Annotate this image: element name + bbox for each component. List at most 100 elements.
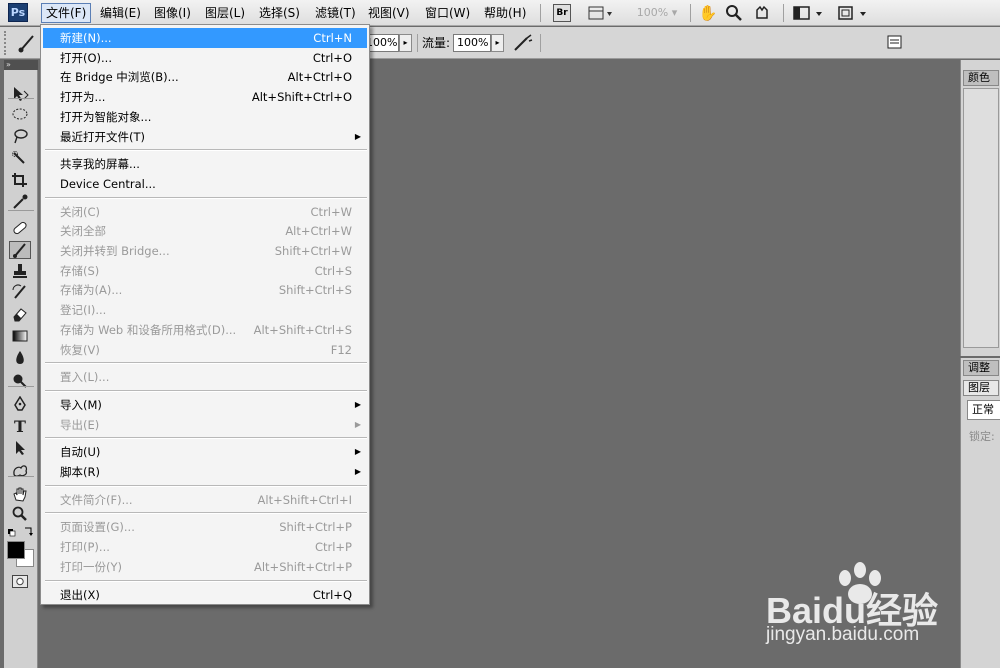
zoom-tool-icon[interactable] bbox=[724, 4, 744, 22]
pen-tool-icon[interactable] bbox=[9, 395, 31, 414]
tab-color[interactable]: 颜色 bbox=[963, 70, 999, 86]
menu-item-shortcut: F12 bbox=[330, 342, 352, 357]
lasso-tool-icon[interactable] bbox=[9, 128, 31, 146]
file-menu-item: 存储(S) Ctrl+S bbox=[43, 261, 367, 281]
menu-item[interactable]: 图层(L) bbox=[201, 3, 249, 23]
tools-panel-header[interactable]: » bbox=[4, 60, 38, 70]
menu-item-label: 打开为... bbox=[60, 90, 106, 105]
blend-mode-select[interactable]: 正常 bbox=[967, 400, 1000, 420]
bridge-button[interactable]: Br bbox=[553, 4, 571, 22]
airbrush-toggle-icon[interactable] bbox=[512, 32, 534, 54]
menu-separator bbox=[45, 362, 367, 365]
arrange-icon bbox=[793, 6, 822, 20]
flow-field[interactable]: 100% bbox=[453, 34, 491, 52]
arrange-documents-button[interactable] bbox=[792, 4, 826, 22]
menu-item-label: 打印(P)... bbox=[60, 540, 110, 555]
file-menu-item[interactable]: 打开(O)... Ctrl+O bbox=[43, 48, 367, 68]
zoom-tool-icon[interactable] bbox=[9, 506, 31, 524]
menu-item-shortcut: Shift+Ctrl+S bbox=[278, 283, 352, 298]
type-tool-icon[interactable]: T bbox=[9, 417, 31, 436]
file-menu-item: 关闭并转到 Bridge... Shift+Ctrl+W bbox=[43, 241, 367, 261]
file-menu-item[interactable]: 打开为... Alt+Shift+Ctrl+O bbox=[43, 87, 367, 107]
file-menu-item: 文件简介(F)... Alt+Shift+Ctrl+I bbox=[43, 490, 367, 510]
view-extras-button[interactable] bbox=[586, 4, 614, 22]
menu-item[interactable]: 图像(I) bbox=[150, 3, 195, 23]
submenu-arrow-icon: ▶ bbox=[354, 399, 361, 409]
menu-item[interactable]: 视图(V) bbox=[364, 3, 414, 23]
menu-item[interactable]: 文件(F) bbox=[41, 3, 92, 23]
file-menu-item[interactable]: Device Central... bbox=[43, 174, 367, 194]
custom-shape-icon[interactable] bbox=[9, 462, 31, 480]
eraser-icon[interactable] bbox=[9, 306, 31, 324]
view-extras-icon bbox=[588, 6, 612, 20]
move-tool-icon[interactable] bbox=[9, 86, 31, 104]
menu-separator bbox=[45, 512, 367, 515]
menu-item-label: 关闭全部 bbox=[60, 224, 106, 239]
menu-item-label: 存储为(A)... bbox=[60, 283, 123, 298]
dodge-tool-icon[interactable] bbox=[9, 372, 31, 390]
brush-tool-icon[interactable] bbox=[9, 241, 31, 259]
menu-item-label: 导出(E) bbox=[60, 417, 100, 432]
hand-tool-icon[interactable]: ✋ bbox=[698, 4, 718, 22]
file-menu-item[interactable]: 导入(M) ▶ bbox=[43, 395, 367, 415]
hand-tool-icon[interactable] bbox=[9, 486, 31, 504]
file-menu-item[interactable]: 在 Bridge 中浏览(B)... Alt+Ctrl+O bbox=[43, 67, 367, 87]
menu-item-label: 存储为 Web 和设备所用格式(D)... bbox=[60, 322, 237, 337]
file-menu-item: 存储为 Web 和设备所用格式(D)... Alt+Shift+Ctrl+S bbox=[43, 320, 367, 340]
menu-item[interactable]: 选择(S) bbox=[255, 3, 304, 23]
file-menu-item: 页面设置(G)... Shift+Ctrl+P bbox=[43, 517, 367, 537]
opacity-arrow[interactable]: ▸ bbox=[399, 34, 412, 52]
foreground-color-swatch[interactable] bbox=[7, 541, 25, 559]
menu-item-label: 退出(X) bbox=[60, 587, 100, 602]
gradient-tool-icon[interactable] bbox=[9, 328, 31, 346]
opacity-value: 100% bbox=[366, 36, 398, 49]
menu-separator bbox=[45, 196, 367, 199]
menu-item[interactable]: 帮助(H) bbox=[480, 3, 530, 23]
quick-mask-icon[interactable] bbox=[12, 575, 28, 588]
healing-brush-icon[interactable] bbox=[9, 220, 31, 238]
lock-label: 锁定: bbox=[969, 430, 995, 443]
menu-item-shortcut: Ctrl+Q bbox=[312, 587, 352, 602]
crop-tool-icon[interactable] bbox=[9, 172, 31, 190]
menu-item-label: 置入(L)... bbox=[60, 370, 110, 385]
default-colors-icon[interactable] bbox=[7, 526, 35, 538]
file-menu-item: 置入(L)... bbox=[43, 367, 367, 387]
file-menu-item[interactable]: 退出(X) Ctrl+Q bbox=[43, 585, 367, 605]
quick-select-icon[interactable] bbox=[9, 150, 31, 168]
history-brush-icon[interactable] bbox=[9, 284, 31, 302]
menu-item-label: 新建(N)... bbox=[60, 31, 112, 45]
file-menu-item: 打印一份(Y) Alt+Shift+Ctrl+P bbox=[43, 557, 367, 577]
file-menu-item: 关闭(C) Ctrl+W bbox=[43, 202, 367, 222]
tab-layers[interactable]: 图层 bbox=[963, 380, 999, 396]
baidu-watermark: Baidu经验 jingyan.baidu.com bbox=[760, 560, 960, 660]
marquee-tool-icon[interactable] bbox=[9, 106, 31, 124]
menu-item-shortcut: Shift+Ctrl+P bbox=[279, 520, 352, 535]
flow-arrow[interactable]: ▸ bbox=[491, 34, 504, 52]
rotate-view-icon[interactable] bbox=[752, 4, 772, 22]
menu-item-label: 存储(S) bbox=[60, 263, 100, 278]
file-menu-item[interactable]: 新建(N)... Ctrl+N bbox=[43, 28, 367, 48]
tool-separator bbox=[8, 386, 34, 387]
menu-item-shortcut: Alt+Shift+Ctrl+I bbox=[257, 492, 352, 507]
clone-stamp-icon[interactable] bbox=[9, 263, 31, 281]
menu-item-shortcut: Ctrl+W bbox=[310, 204, 352, 219]
brush-preset-icon[interactable] bbox=[16, 32, 38, 54]
file-menu-item[interactable]: 最近打开文件(T) ▶ bbox=[43, 127, 367, 147]
file-menu-item[interactable]: 脚本(R) ▶ bbox=[43, 462, 367, 482]
screen-mode-button[interactable] bbox=[836, 4, 870, 22]
file-menu-item[interactable]: 共享我的屏幕... bbox=[43, 154, 367, 174]
menu-item[interactable]: 窗口(W) bbox=[421, 3, 474, 23]
menu-item[interactable]: 滤镜(T) bbox=[311, 3, 360, 23]
panel-toggle-icon[interactable] bbox=[886, 33, 904, 51]
menu-item-label: 打印一份(Y) bbox=[60, 559, 122, 574]
separator bbox=[690, 4, 691, 22]
file-menu-item[interactable]: 打开为智能对象... bbox=[43, 107, 367, 127]
file-menu-item[interactable]: 自动(U) ▶ bbox=[43, 442, 367, 462]
menu-item[interactable]: 编辑(E) bbox=[96, 3, 145, 23]
separator bbox=[783, 4, 784, 22]
options-grip[interactable] bbox=[4, 31, 10, 55]
tab-adjustments[interactable]: 调整 bbox=[963, 360, 999, 376]
blur-tool-icon[interactable] bbox=[9, 350, 31, 368]
path-select-icon[interactable] bbox=[9, 440, 31, 458]
airbrush-icon bbox=[514, 34, 533, 51]
